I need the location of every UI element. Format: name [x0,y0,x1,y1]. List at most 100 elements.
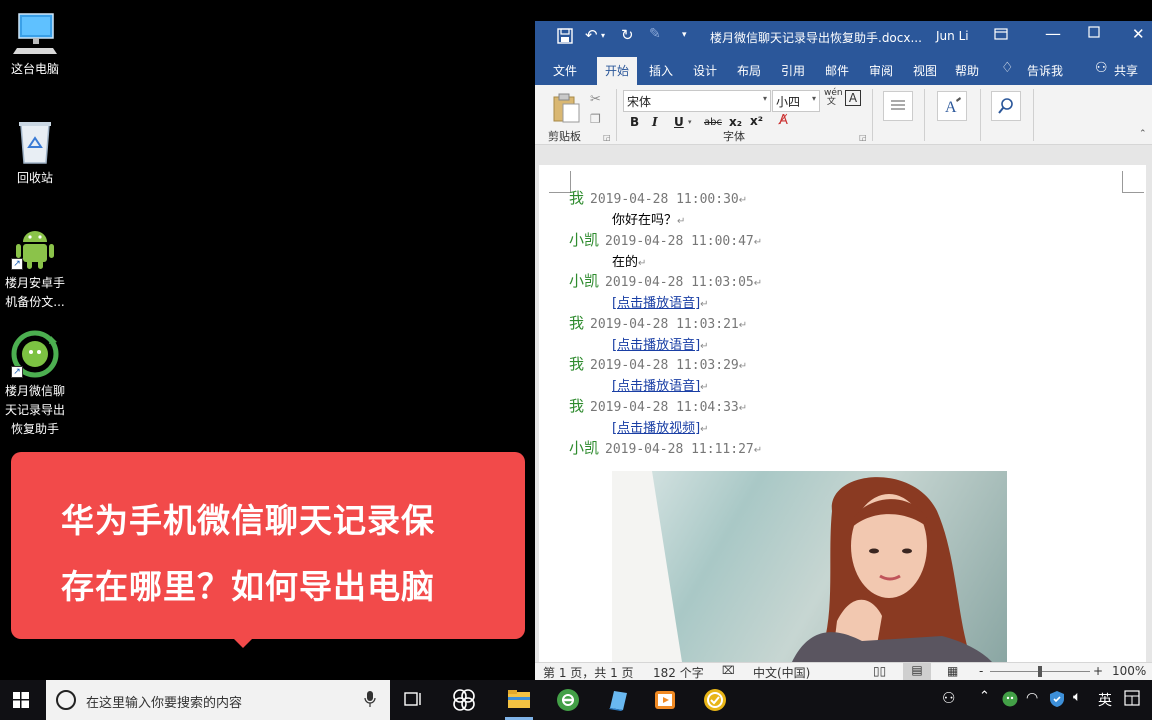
desktop-icon-label: 这台电脑 [10,62,59,76]
wifi-icon[interactable]: ◠ [1026,690,1038,706]
customize-toolbar-icon[interactable]: ▾ [682,30,687,40]
chevron-up-icon[interactable]: ⌃ [979,689,990,704]
zoom-in-button[interactable]: + [1093,664,1103,678]
separator [924,89,925,141]
redo-icon[interactable]: ↻ [621,26,634,44]
clipboard-group-label: 剪贴板 [548,130,581,143]
notebook-app-icon[interactable] [606,688,632,712]
task-view-icon[interactable] [402,690,428,714]
paragraph-mark: ↵ [700,424,709,435]
document-title: 楼月微信聊天记录导出恢复助手.docx... [710,31,922,45]
tab-layout[interactable]: 布局 [737,62,761,79]
tab-view[interactable]: 视图 [913,62,937,79]
security-shield-icon[interactable] [1049,690,1065,712]
minimize-icon[interactable]: — [1045,24,1061,43]
undo-icon[interactable]: ↶ [585,26,598,44]
green-browser-icon[interactable] [556,688,582,712]
web-layout-icon[interactable]: ▦ [947,664,958,678]
dialog-launcher-icon[interactable]: ◲ [859,133,867,142]
collapse-ribbon-icon[interactable]: ⌃ [1139,129,1147,139]
media-play-link[interactable]: [点击播放语音] [612,379,700,394]
lightbulb-icon[interactable]: ♢ [1001,60,1014,76]
styles-icon[interactable]: A [937,91,967,121]
ime-mode-icon[interactable] [1124,690,1140,710]
clear-formatting-icon[interactable]: A̸ [779,113,788,128]
media-play-link[interactable]: [点击播放视频] [612,421,700,436]
separator [1033,89,1034,141]
desktop-icon-label: 楼月微信聊 天记录导出 恢复助手 [4,384,65,436]
font-name-select[interactable]: 宋体 ▾ [623,90,771,112]
underline-button[interactable]: U [674,115,684,129]
message-header: 小凯 2019-04-28 11:11:27↵ [569,437,762,458]
volume-icon[interactable]: 🔈︎ [1073,689,1081,705]
chevron-down-icon[interactable]: ▾ [601,31,605,40]
maximize-icon[interactable] [1088,26,1100,41]
touch-mode-icon[interactable]: ✎ [649,26,661,42]
chat-photo[interactable] [612,471,1007,662]
strikethrough-button[interactable]: abc [704,117,722,128]
media-play-link[interactable]: [点击播放语音] [612,296,700,311]
superscript-button[interactable]: x² [750,114,763,128]
proofing-icon[interactable]: ⌧ [722,664,735,677]
share-button[interactable]: 共享 [1114,62,1138,79]
tab-review[interactable]: 审阅 [869,62,893,79]
desktop-icon-this-pc[interactable]: 这台电脑 [0,8,70,79]
desktop-icon-android-backup[interactable]: ↗ 楼月安卓手 机备份文... [0,222,70,312]
character-border-icon[interactable]: A [845,90,861,106]
close-icon[interactable]: ✕ [1132,25,1145,43]
message-timestamp: 2019-04-28 11:03:21 [590,316,739,332]
tab-references[interactable]: 引用 [781,62,805,79]
language[interactable]: 中文(中国) [753,664,810,681]
tab-home[interactable]: 开始 [597,57,638,85]
pinwheel-app-icon[interactable] [452,688,478,712]
promo-banner: 华为手机微信聊天记录保 存在哪里？如何导出电脑 [11,452,525,648]
media-play-link[interactable]: [点击播放语音] [612,338,700,353]
wechat-tray-icon[interactable] [1002,691,1018,711]
paragraph-icon[interactable] [883,91,913,121]
tab-mailings[interactable]: 邮件 [825,62,849,79]
read-mode-icon[interactable]: ▯▯ [873,664,886,678]
tab-insert[interactable]: 插入 [649,62,673,79]
dialog-launcher-icon[interactable]: ◲ [603,133,611,142]
page-count[interactable]: 第 1 页，共 1 页 [543,664,634,681]
desktop-icon-recycle-bin[interactable]: 回收站 [0,117,70,188]
yellow-app-icon[interactable] [703,688,729,712]
zoom-level[interactable]: 100% [1112,664,1146,678]
zoom-out-button[interactable]: - [979,664,983,678]
separator [872,89,873,141]
italic-button[interactable]: I [652,115,658,129]
chevron-down-icon[interactable]: ▾ [688,118,692,126]
phonetic-guide-icon[interactable]: wén 文 [824,89,843,107]
font-size-select[interactable]: 小四 ▾ [772,90,820,112]
word-count[interactable]: 182 个字 [653,664,704,681]
subscript-button[interactable]: x₂ [729,115,742,129]
ribbon-display-options-icon[interactable] [994,27,1008,44]
copy-icon[interactable]: ❐ [590,112,601,126]
message-header: 我 2019-04-28 11:00:30↵ [569,187,747,208]
tab-file[interactable]: 文件 [553,62,577,79]
desktop-icon-wechat-recovery[interactable]: ↗ 楼月微信聊 天记录导出 恢复助手 [0,330,70,439]
taskbar-search-box[interactable]: 在这里输入你要搜索的内容 [46,680,390,720]
paragraph-mark: ↵ [638,257,647,269]
bold-button[interactable]: B [630,115,639,129]
windows-start-icon[interactable] [13,692,29,712]
paragraph-mark: ↵ [700,382,709,394]
tab-design[interactable]: 设计 [693,62,717,79]
share-person-icon[interactable]: ⚇ [1095,60,1108,76]
file-explorer-icon[interactable] [507,688,533,712]
svg-text:A: A [945,99,957,116]
video-app-icon[interactable] [653,688,679,712]
people-icon[interactable]: ⚇ [942,689,955,707]
tab-help[interactable]: 帮助 [955,62,979,79]
ime-indicator[interactable]: 英 [1098,690,1112,710]
user-name[interactable]: Jun Li [936,29,969,43]
find-icon[interactable] [991,91,1021,121]
cut-icon[interactable]: ✂ [590,92,601,107]
paste-icon[interactable] [551,92,581,128]
save-icon[interactable] [557,28,573,47]
zoom-slider-thumb[interactable] [1038,666,1042,677]
microphone-icon[interactable] [364,690,376,712]
print-layout-icon[interactable]: ▤ [903,663,931,680]
document-page[interactable]: 我 2019-04-28 11:00:30↵ 你好在吗？↵ 小凯 2019-04-28 … [539,165,1146,662]
tell-me-input[interactable]: 告诉我 [1027,62,1063,79]
